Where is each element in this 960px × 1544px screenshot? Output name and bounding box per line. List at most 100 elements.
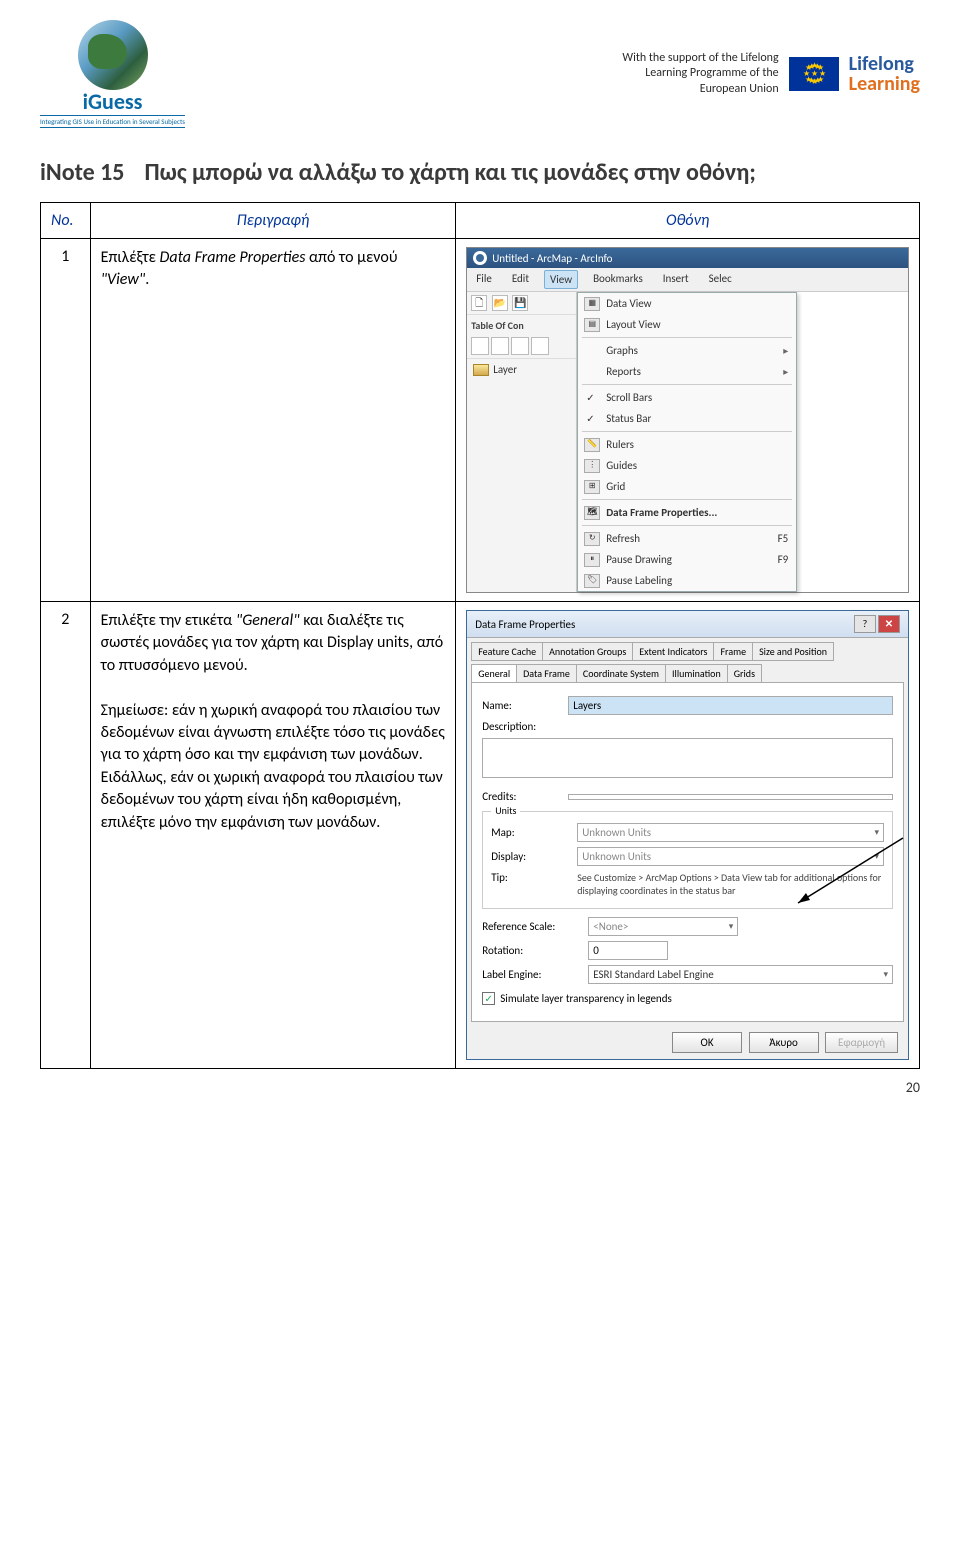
credits-row: Credits: [482, 790, 893, 803]
row1-t4: "View" [101, 270, 146, 289]
dfp-tabs-row1: Feature Cache Annotation Groups Extent I… [467, 642, 908, 660]
tab-size-position[interactable]: Size and Position [752, 642, 834, 661]
dd-pause-labeling[interactable]: 🏷Pause Labeling [578, 570, 796, 591]
instructions-table: No. Περιγραφή Οθόνη 1 Επιλέξτε Data Fram… [40, 202, 920, 1069]
tab-frame[interactable]: Frame [713, 642, 753, 661]
cancel-button[interactable]: Άκυρο [749, 1032, 819, 1053]
toc-btn-4[interactable] [531, 337, 549, 355]
credits-input[interactable] [568, 794, 893, 800]
dd-refresh[interactable]: ↻RefreshF5 [578, 528, 796, 549]
page-header: iGuess Integrating GIS Use in Education … [40, 20, 920, 128]
units-legend: Units [491, 804, 520, 817]
guides-icon: ⋮ [584, 459, 600, 473]
menu-edit[interactable]: Edit [507, 270, 534, 289]
ok-button[interactable]: OK [672, 1032, 742, 1053]
row2-t2: "General" [236, 611, 300, 630]
tab-feature-cache[interactable]: Feature Cache [471, 642, 543, 661]
tab-grids[interactable]: Grids [727, 664, 762, 683]
pause-label-icon: 🏷 [584, 574, 600, 588]
menu-file[interactable]: File [471, 270, 497, 289]
tab-annotation-groups[interactable]: Annotation Groups [542, 642, 633, 661]
desc-textarea[interactable] [482, 738, 893, 778]
menu-view[interactable]: View [544, 270, 578, 289]
dd-graphs-label: Graphs [606, 344, 638, 357]
iguess-logo: iGuess Integrating GIS Use in Education … [40, 20, 185, 128]
dd-grid-label: Grid [606, 480, 625, 493]
apply-button[interactable]: Εφαρμογή [825, 1032, 898, 1053]
rulers-icon: 📏 [584, 438, 600, 452]
dd-separator [582, 525, 792, 526]
row2-desc: Επιλέξτε την ετικέτα "General" και διαλέ… [90, 602, 456, 1069]
close-button[interactable]: ✕ [878, 615, 900, 633]
toc-btn-2[interactable] [491, 337, 509, 355]
arcmap-body: 🗋 📂 💾 Table Of Con [467, 292, 908, 592]
refscale-value: <None> [593, 920, 628, 933]
row2-t4: Σημείωσε: εάν η χωρική αναφορά του πλαισ… [101, 700, 446, 834]
map-units-row: Map: Unknown Units [491, 823, 884, 842]
name-input[interactable]: Layers [568, 696, 893, 715]
tab-general[interactable]: General [471, 664, 517, 683]
new-doc-icon[interactable]: 🗋 [471, 295, 487, 311]
dd-separator [582, 384, 792, 385]
menu-bookmarks[interactable]: Bookmarks [588, 270, 648, 289]
row1-screenshot-cell: Untitled - ArcMap - ArcInfo File Edit Vi… [456, 239, 920, 602]
engine-row: Label Engine: ESRI Standard Label Engine [482, 965, 893, 984]
row1-no: 1 [41, 239, 91, 602]
toc-btn-1[interactable] [471, 337, 489, 355]
refscale-dropdown[interactable]: <None> [588, 917, 738, 936]
dd-refresh-label: Refresh [606, 532, 640, 545]
dd-pause-draw-key: F9 [778, 553, 789, 566]
dfp-tabs-row2: General Data Frame Coordinate System Ill… [467, 664, 908, 682]
help-button[interactable]: ? [854, 615, 876, 633]
pause-icon: ⏸ [584, 553, 600, 567]
dd-dataframe-properties[interactable]: 🗺Data Frame Properties... [578, 502, 796, 523]
open-icon[interactable]: 📂 [492, 295, 508, 311]
toc-btn-3[interactable] [511, 337, 529, 355]
row2-screenshot-cell: Data Frame Properties ? ✕ Feature Cache … [456, 602, 920, 1069]
dd-reports[interactable]: Reports [578, 361, 796, 382]
menu-insert[interactable]: Insert [658, 270, 694, 289]
dd-rulers[interactable]: 📏Rulers [578, 434, 796, 455]
dd-graphs[interactable]: Graphs [578, 340, 796, 361]
data-view-icon: ▦ [584, 297, 600, 311]
toc-layer-item[interactable]: Layer [467, 359, 576, 380]
support-line3: European Union [622, 82, 778, 98]
dd-separator [582, 431, 792, 432]
menu-selection[interactable]: Selec [704, 270, 737, 289]
engine-label: Label Engine: [482, 968, 582, 981]
dd-grid[interactable]: ⊞Grid [578, 476, 796, 497]
dd-data-view[interactable]: ▦Data View [578, 293, 796, 314]
engine-dropdown[interactable]: ESRI Standard Label Engine [588, 965, 893, 984]
rotation-row: Rotation: 0 [482, 941, 893, 960]
dd-scrollbars[interactable]: Scroll Bars [578, 387, 796, 408]
name-row: Name: Layers [482, 696, 893, 715]
dfp-dialog: Data Frame Properties ? ✕ Feature Cache … [466, 610, 909, 1060]
title-row: iNote 15 Πως μπορώ να αλλάξω το χάρτη κα… [40, 158, 920, 187]
tab-extent-indicators[interactable]: Extent Indicators [632, 642, 714, 661]
globe-icon [78, 20, 148, 90]
dfp-body: Name: Layers Description: Credits: Uni [471, 682, 904, 1022]
tip-label: Tip: [491, 871, 571, 884]
display-units-dropdown[interactable]: Unknown Units [577, 847, 884, 866]
lifelong-line1: Lifelong [849, 54, 920, 74]
desc-row: Description: [482, 720, 893, 733]
dd-pause-drawing[interactable]: ⏸Pause DrawingF9 [578, 549, 796, 570]
map-units-dropdown[interactable]: Unknown Units [577, 823, 884, 842]
logo-brand-text: iGuess [83, 88, 143, 115]
dd-dfp-label: Data Frame Properties... [606, 506, 717, 519]
tab-coord-system[interactable]: Coordinate System [576, 664, 666, 683]
toc-buttons [467, 334, 576, 359]
rotation-input[interactable]: 0 [588, 941, 668, 960]
tab-data-frame[interactable]: Data Frame [516, 664, 577, 683]
simulate-checkbox[interactable]: ✓ [482, 992, 495, 1005]
dfp-buttons: OK Άκυρο Εφαρμογή [467, 1026, 908, 1059]
row1-t5: . [145, 270, 149, 289]
dd-layout-view[interactable]: ▤Layout View [578, 314, 796, 335]
simulate-label: Simulate layer transparency in legends [500, 992, 672, 1005]
dd-guides[interactable]: ⋮Guides [578, 455, 796, 476]
save-icon[interactable]: 💾 [512, 295, 528, 311]
dd-statusbar[interactable]: Status Bar [578, 408, 796, 429]
arcmap-toolbar: 🗋 📂 💾 [467, 292, 576, 315]
table-row: 1 Επιλέξτε Data Frame Properties από το … [41, 239, 920, 602]
tab-illumination[interactable]: Illumination [665, 664, 728, 683]
